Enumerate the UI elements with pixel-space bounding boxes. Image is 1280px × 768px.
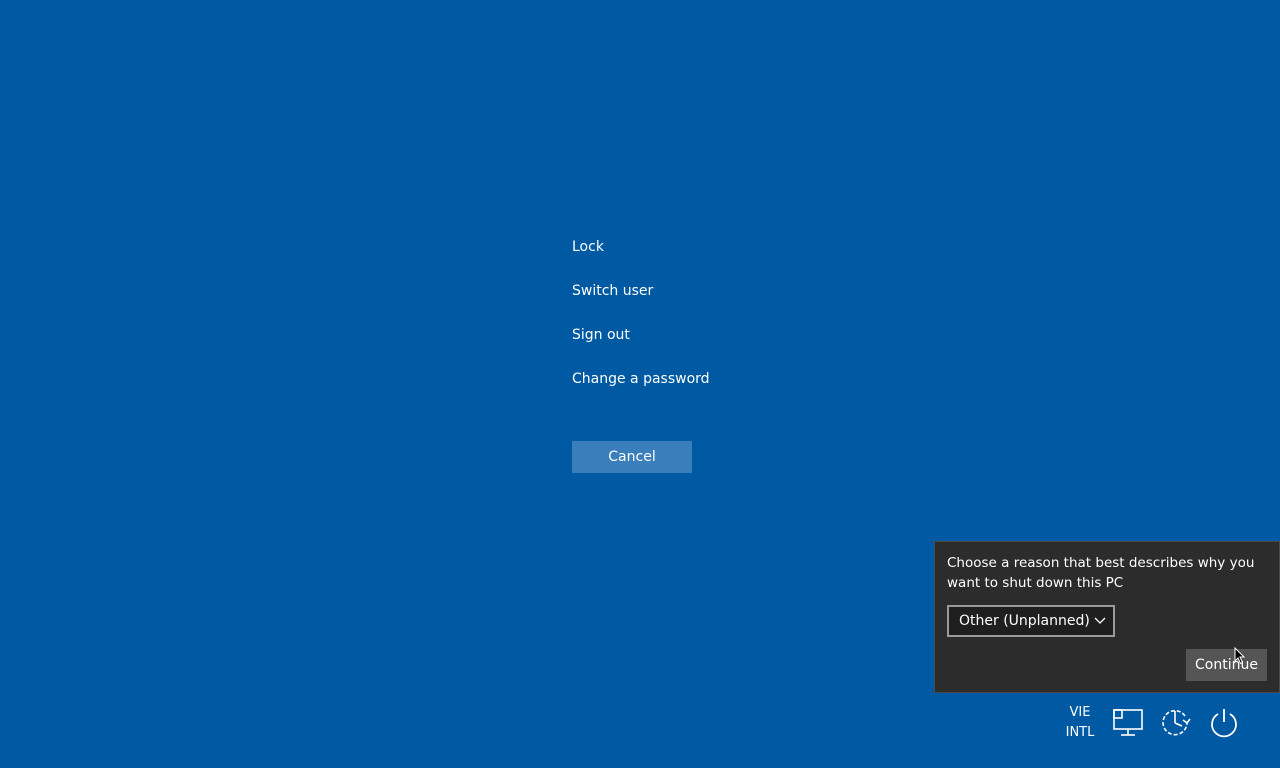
change-password-option[interactable]: Change a password (572, 368, 710, 412)
keyboard-layout: INTL (1065, 725, 1095, 740)
continue-button[interactable]: Continue (1186, 649, 1267, 681)
shutdown-reason-dropdown[interactable]: Other (Unplanned) (947, 605, 1115, 637)
network-icon[interactable] (1111, 706, 1145, 740)
switch-user-option[interactable]: Switch user (572, 280, 710, 324)
language-indicator[interactable]: VIE INTL (1060, 703, 1100, 743)
power-icon[interactable] (1207, 706, 1241, 740)
sign-out-option[interactable]: Sign out (572, 324, 710, 368)
chevron-down-icon (1094, 617, 1106, 624)
selected-reason-value: Other (Unplanned) (959, 613, 1090, 629)
language-code: VIE (1069, 705, 1091, 720)
cancel-button[interactable]: Cancel (572, 441, 692, 473)
shutdown-reason-prompt: Choose a reason that best describes why … (947, 555, 1255, 591)
accessibility-icon[interactable] (1158, 706, 1192, 740)
security-options-menu: Lock Switch user Sign out Change a passw… (572, 236, 710, 412)
shutdown-reason-panel: Choose a reason that best describes why … (934, 541, 1280, 693)
mouse-pointer-icon (1234, 647, 1246, 665)
lock-option[interactable]: Lock (572, 236, 710, 280)
